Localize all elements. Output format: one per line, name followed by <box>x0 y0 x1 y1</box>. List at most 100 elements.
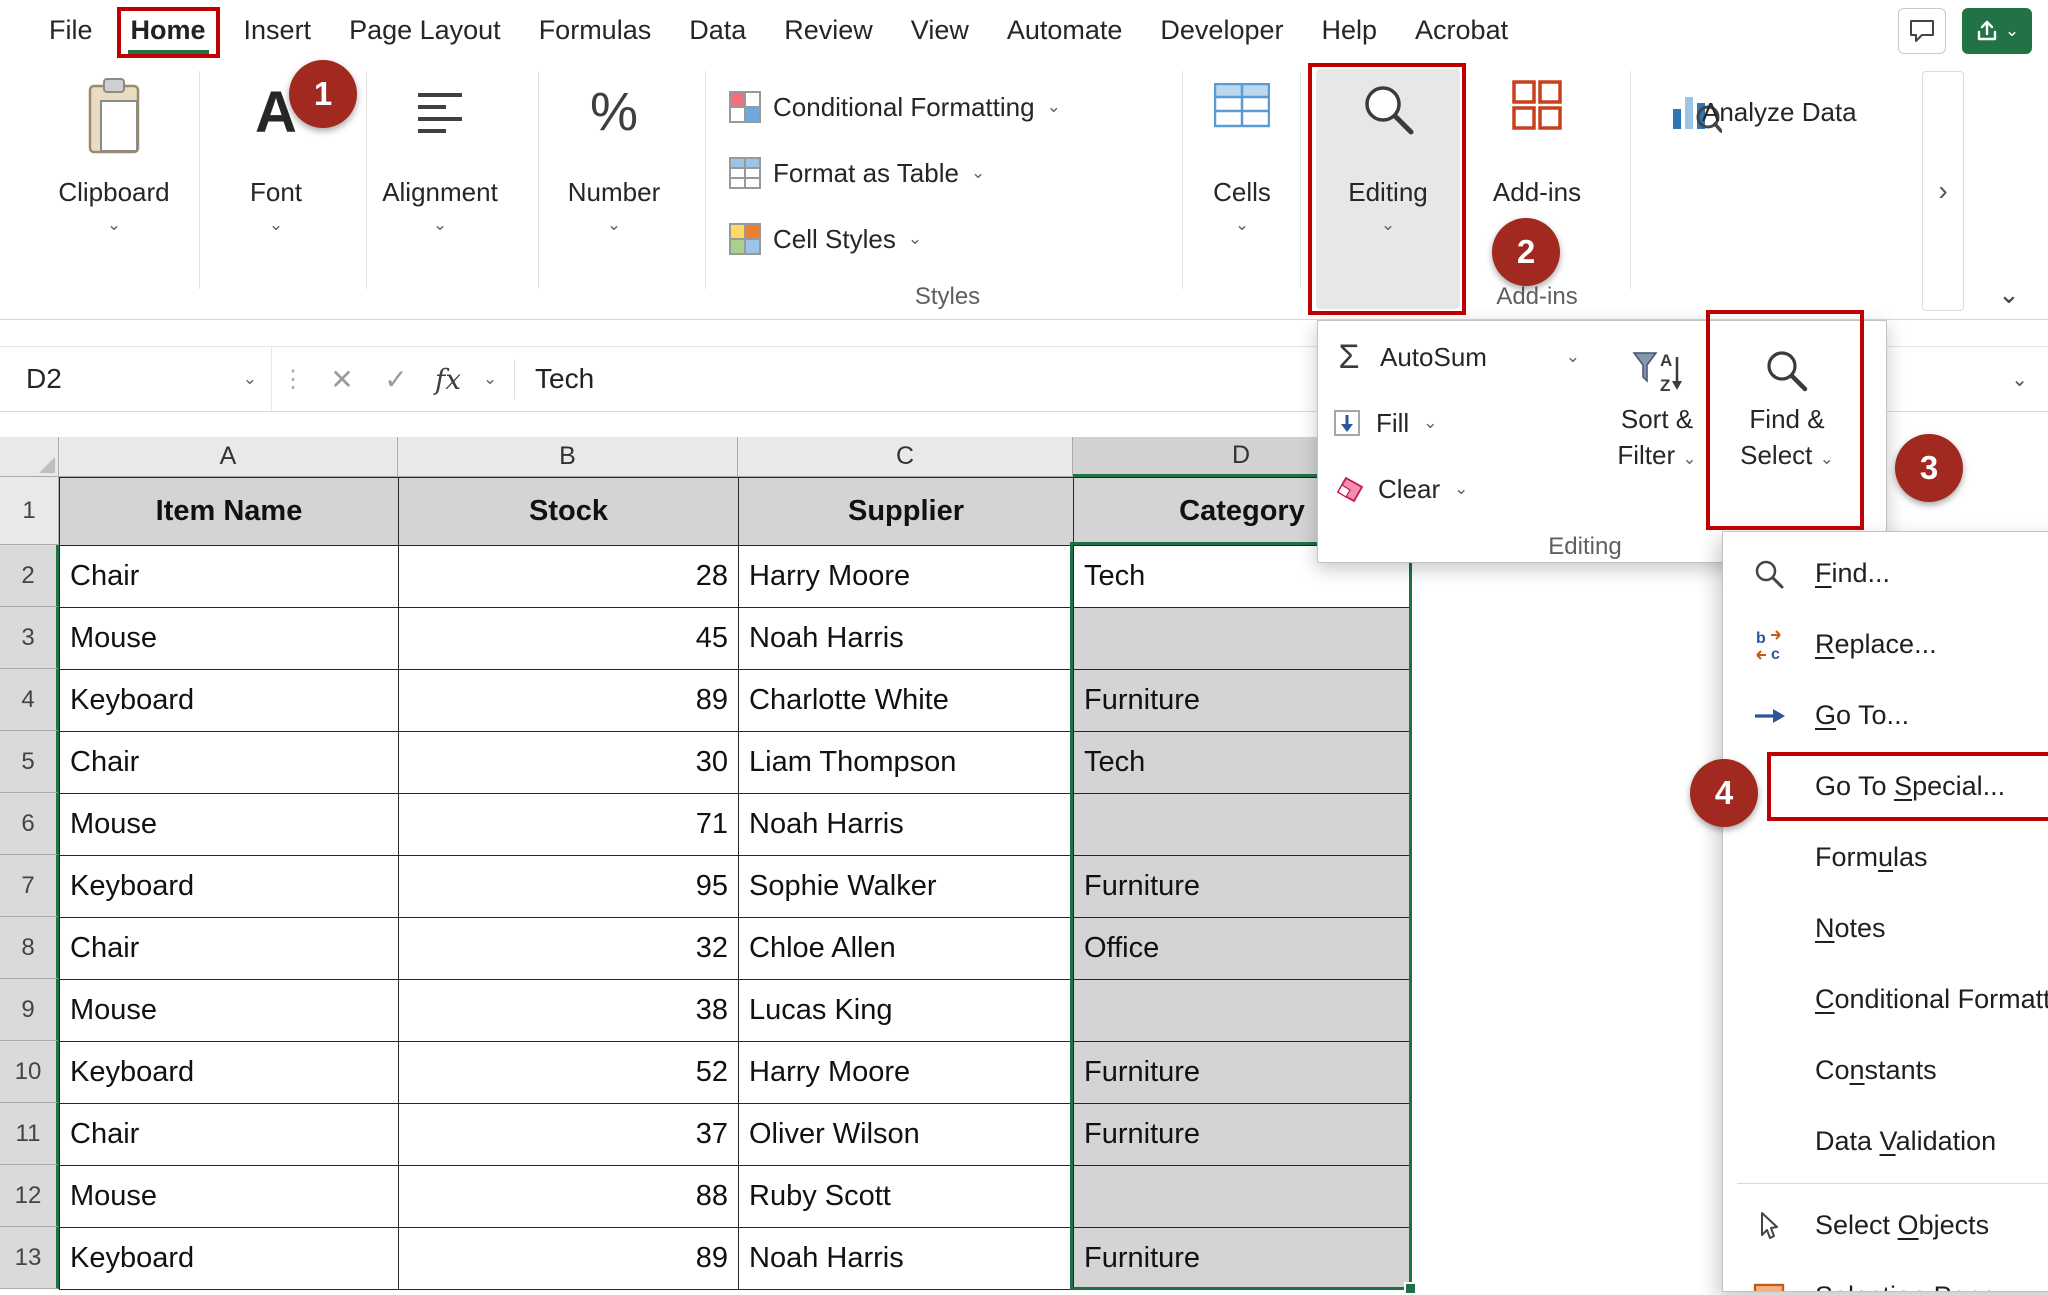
tab-help[interactable]: Help <box>1303 0 1397 61</box>
cancel-icon[interactable]: ✕ <box>314 363 370 396</box>
tab-review[interactable]: Review <box>765 0 892 61</box>
table-cell[interactable]: Chair <box>60 732 399 794</box>
table-cell[interactable]: Sophie Walker <box>739 856 1074 918</box>
tab-automate[interactable]: Automate <box>988 0 1142 61</box>
tab-acrobat[interactable]: Acrobat <box>1396 0 1527 61</box>
table-cell[interactable]: Supplier <box>739 478 1074 546</box>
tab-page-layout[interactable]: Page Layout <box>330 0 520 61</box>
table-cell[interactable]: Chair <box>60 1104 399 1166</box>
table-cell[interactable]: Keyboard <box>60 1042 399 1104</box>
alignment-chevron-icon[interactable]: ⌄ <box>360 215 520 235</box>
autosum-button[interactable]: Σ AutoSum ⌄ <box>1332 329 1580 385</box>
clipboard-chevron-icon[interactable]: ⌄ <box>34 215 194 235</box>
table-cell[interactable]: 28 <box>399 546 739 608</box>
font-chevron-icon[interactable]: ⌄ <box>196 215 356 235</box>
table-cell[interactable]: Mouse <box>60 1166 399 1228</box>
row-header-5[interactable]: 5 <box>0 731 59 793</box>
table-cell[interactable]: 52 <box>399 1042 739 1104</box>
sort-filter-button[interactable]: A Z Sort & Filter ⌄ <box>1599 349 1715 477</box>
formula-bar-value[interactable]: Tech <box>523 363 594 395</box>
column-header-a[interactable]: A <box>59 437 398 477</box>
menu-item-formulas[interactable]: Formulas <box>1723 822 2048 893</box>
cells-icon[interactable] <box>1213 82 1271 134</box>
ribbon-collapse-chevron-icon[interactable]: ⌄ <box>1998 279 2020 310</box>
row-header-8[interactable]: 8 <box>0 917 59 979</box>
table-cell[interactable]: Oliver Wilson <box>739 1104 1074 1166</box>
row-header-6[interactable]: 6 <box>0 793 59 855</box>
table-cell[interactable]: Mouse <box>60 608 399 670</box>
menu-item-notes[interactable]: Notes <box>1723 893 2048 964</box>
table-cell[interactable] <box>1074 608 1411 670</box>
table-cell[interactable]: Stock <box>399 478 739 546</box>
format-as-table-button[interactable]: Format as Table ⌄ <box>729 149 985 197</box>
table-cell[interactable]: Chair <box>60 546 399 608</box>
table-cell[interactable]: Item Name <box>60 478 399 546</box>
table-cell[interactable]: Harry Moore <box>739 546 1074 608</box>
row-header-9[interactable]: 9 <box>0 979 59 1041</box>
table-cell[interactable]: 37 <box>399 1104 739 1166</box>
table-cell[interactable]: Chair <box>60 918 399 980</box>
alignment-icon[interactable] <box>416 77 464 140</box>
row-header-3[interactable]: 3 <box>0 607 59 669</box>
row-header-1[interactable]: 1 <box>0 477 59 545</box>
table-cell[interactable] <box>1074 980 1411 1042</box>
menu-item-go-to-special[interactable]: Go To Special... <box>1723 751 2048 822</box>
table-cell[interactable]: 89 <box>399 670 739 732</box>
table-cell[interactable]: 32 <box>399 918 739 980</box>
table-cell[interactable]: Noah Harris <box>739 794 1074 856</box>
table-cell[interactable]: Liam Thompson <box>739 732 1074 794</box>
tab-formulas[interactable]: Formulas <box>520 0 671 61</box>
table-cell[interactable]: 71 <box>399 794 739 856</box>
table-cell[interactable]: 89 <box>399 1228 739 1290</box>
enter-icon[interactable]: ✓ <box>370 363 422 396</box>
table-cell[interactable]: 88 <box>399 1166 739 1228</box>
formula-bar-expand-icon[interactable]: ⌄ <box>2011 367 2048 392</box>
menu-item-go-to[interactable]: Go To... <box>1723 680 2048 751</box>
table-cell[interactable]: Furniture <box>1074 670 1411 732</box>
paste-clipboard-icon[interactable] <box>83 77 145 164</box>
table-cell[interactable]: Chloe Allen <box>739 918 1074 980</box>
select-all-corner[interactable] <box>0 437 59 477</box>
name-box[interactable]: D2 ⌄ <box>0 347 272 411</box>
menu-item-select-objects[interactable]: Select Objects <box>1723 1190 2048 1261</box>
menu-item-find[interactable]: Find... <box>1723 538 2048 609</box>
insert-function-icon[interactable]: fx <box>422 363 474 396</box>
comments-button[interactable] <box>1898 7 1946 54</box>
row-header-7[interactable]: 7 <box>0 855 59 917</box>
table-cell[interactable]: Ruby Scott <box>739 1166 1074 1228</box>
ribbon-expand-button[interactable]: › <box>1922 71 1964 311</box>
menu-item-replace[interactable]: b c Replace... <box>1723 609 2048 680</box>
table-cell[interactable]: Keyboard <box>60 856 399 918</box>
column-header-b[interactable]: B <box>398 437 738 477</box>
table-cell[interactable]: Tech <box>1074 732 1411 794</box>
table-cell[interactable]: Charlotte White <box>739 670 1074 732</box>
table-cell[interactable]: Mouse <box>60 980 399 1042</box>
table-cell[interactable] <box>1074 1166 1411 1228</box>
table-cell[interactable] <box>1074 794 1411 856</box>
tab-developer[interactable]: Developer <box>1141 0 1302 61</box>
tab-home[interactable]: Home <box>112 0 225 61</box>
cell-styles-button[interactable]: Cell Styles ⌄ <box>729 215 922 263</box>
editing-magnifier-icon[interactable] <box>1359 81 1417 144</box>
menu-item-constants[interactable]: Constants <box>1723 1035 2048 1106</box>
formula-bar-handle[interactable]: ⋮ <box>272 365 314 394</box>
table-cell[interactable]: 45 <box>399 608 739 670</box>
table-cell[interactable]: Furniture <box>1074 1042 1411 1104</box>
table-cell[interactable]: 38 <box>399 980 739 1042</box>
cells-chevron-icon[interactable]: ⌄ <box>1186 215 1298 235</box>
column-header-c[interactable]: C <box>738 437 1073 477</box>
percent-icon[interactable]: % <box>590 77 638 147</box>
table-cell[interactable]: 95 <box>399 856 739 918</box>
number-chevron-icon[interactable]: ⌄ <box>534 215 694 235</box>
table-cell[interactable]: Furniture <box>1074 1228 1411 1290</box>
table-cell[interactable]: Noah Harris <box>739 1228 1074 1290</box>
clear-button[interactable]: Clear ⌄ <box>1332 461 1468 517</box>
table-cell[interactable]: Keyboard <box>60 1228 399 1290</box>
function-chevron-icon[interactable]: ⌄ <box>474 369 506 389</box>
table-cell[interactable]: Mouse <box>60 794 399 856</box>
name-box-chevron-icon[interactable]: ⌄ <box>243 369 257 389</box>
table-cell[interactable]: Furniture <box>1074 856 1411 918</box>
tab-view[interactable]: View <box>892 0 988 61</box>
row-header-10[interactable]: 10 <box>0 1041 59 1103</box>
tab-insert[interactable]: Insert <box>225 0 331 61</box>
